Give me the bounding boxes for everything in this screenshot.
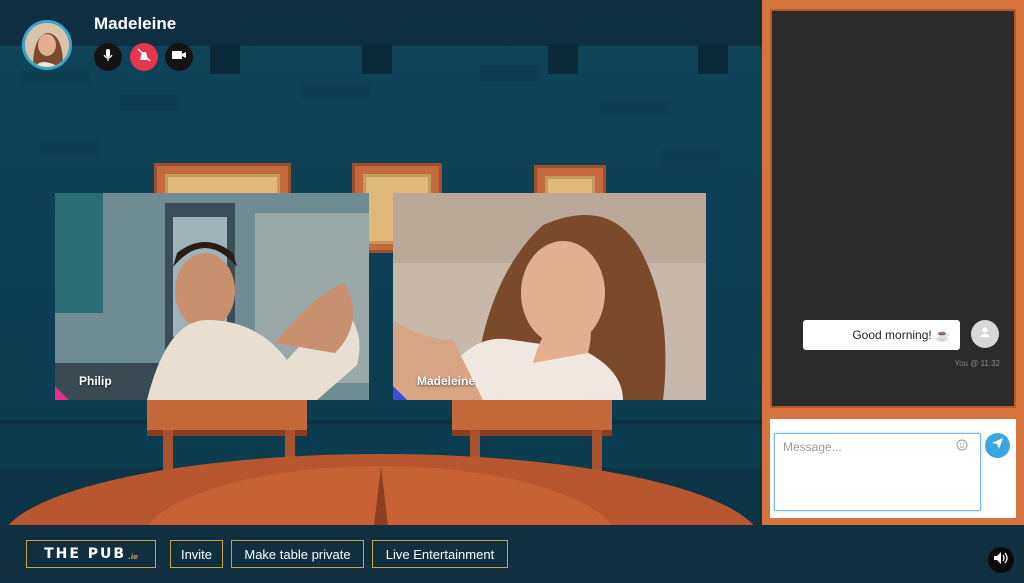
invite-button[interactable]: Invite (170, 540, 223, 568)
wall-brick (480, 65, 540, 81)
logo-text: THE PUB (44, 546, 127, 562)
avatar-image (25, 23, 69, 67)
ceiling-beam (548, 44, 578, 74)
tile-accent (55, 386, 69, 400)
wall-brick (660, 150, 720, 166)
chat-message-bubble: Good morning! ☕ (803, 320, 960, 350)
wall-brick (120, 95, 180, 111)
video-tile-philip[interactable]: Philip (55, 193, 369, 400)
tile-accent (393, 386, 407, 400)
speaker-icon (993, 551, 1009, 570)
chat-user-avatar (971, 320, 999, 348)
paper-plane-icon (991, 437, 1004, 455)
the-pub-logo[interactable]: THE PUB .ie (26, 540, 156, 568)
ceiling-beam (698, 44, 728, 74)
wall-brick (300, 82, 370, 98)
chat-compose-area (770, 419, 1016, 518)
mute-speaker-button[interactable] (130, 43, 158, 71)
logo-suffix: .ie (128, 553, 138, 561)
wall-brick (20, 70, 90, 86)
username: Madeleine (94, 14, 177, 33)
camera-button[interactable] (165, 43, 193, 71)
participant-name: Madeleine (417, 374, 476, 388)
mic-button[interactable] (94, 43, 122, 71)
video-feed (393, 193, 706, 400)
bottom-bar: THE PUB .ie Invite Make table private Liv… (0, 525, 1024, 583)
message-input[interactable] (774, 433, 981, 511)
wall-brick (40, 140, 100, 156)
video-tile-madeleine[interactable]: Madeleine (393, 193, 706, 400)
chat-message-meta: You @ 11:32 (954, 359, 1001, 368)
ceiling-beam (362, 44, 392, 74)
user-icon (979, 325, 991, 343)
table-seam (374, 466, 388, 525)
chat-panel: Good morning! ☕ You @ 11:32 (762, 0, 1024, 525)
wainscot-line (0, 420, 762, 424)
user-avatar[interactable] (22, 20, 72, 70)
make-table-private-button[interactable]: Make table private (231, 540, 364, 568)
wall-brick (10, 330, 60, 346)
smiley-icon[interactable] (956, 438, 968, 451)
camera-icon (171, 48, 187, 66)
participant-name: Philip (79, 374, 112, 388)
ceiling-beam (210, 44, 240, 74)
chair-leg (592, 430, 602, 475)
wall-brick (710, 300, 760, 316)
video-feed (55, 193, 369, 400)
pub-scene: Philip Madeleine (0, 0, 762, 525)
volume-button[interactable] (988, 547, 1014, 573)
send-button[interactable] (985, 433, 1010, 458)
live-entertainment-button[interactable]: Live Entertainment (372, 540, 508, 568)
chat-message-text: Good morning! ☕ (852, 328, 950, 342)
microphone-icon (101, 48, 115, 67)
speaker-muted-icon (137, 48, 151, 67)
wall-brick (600, 100, 670, 116)
